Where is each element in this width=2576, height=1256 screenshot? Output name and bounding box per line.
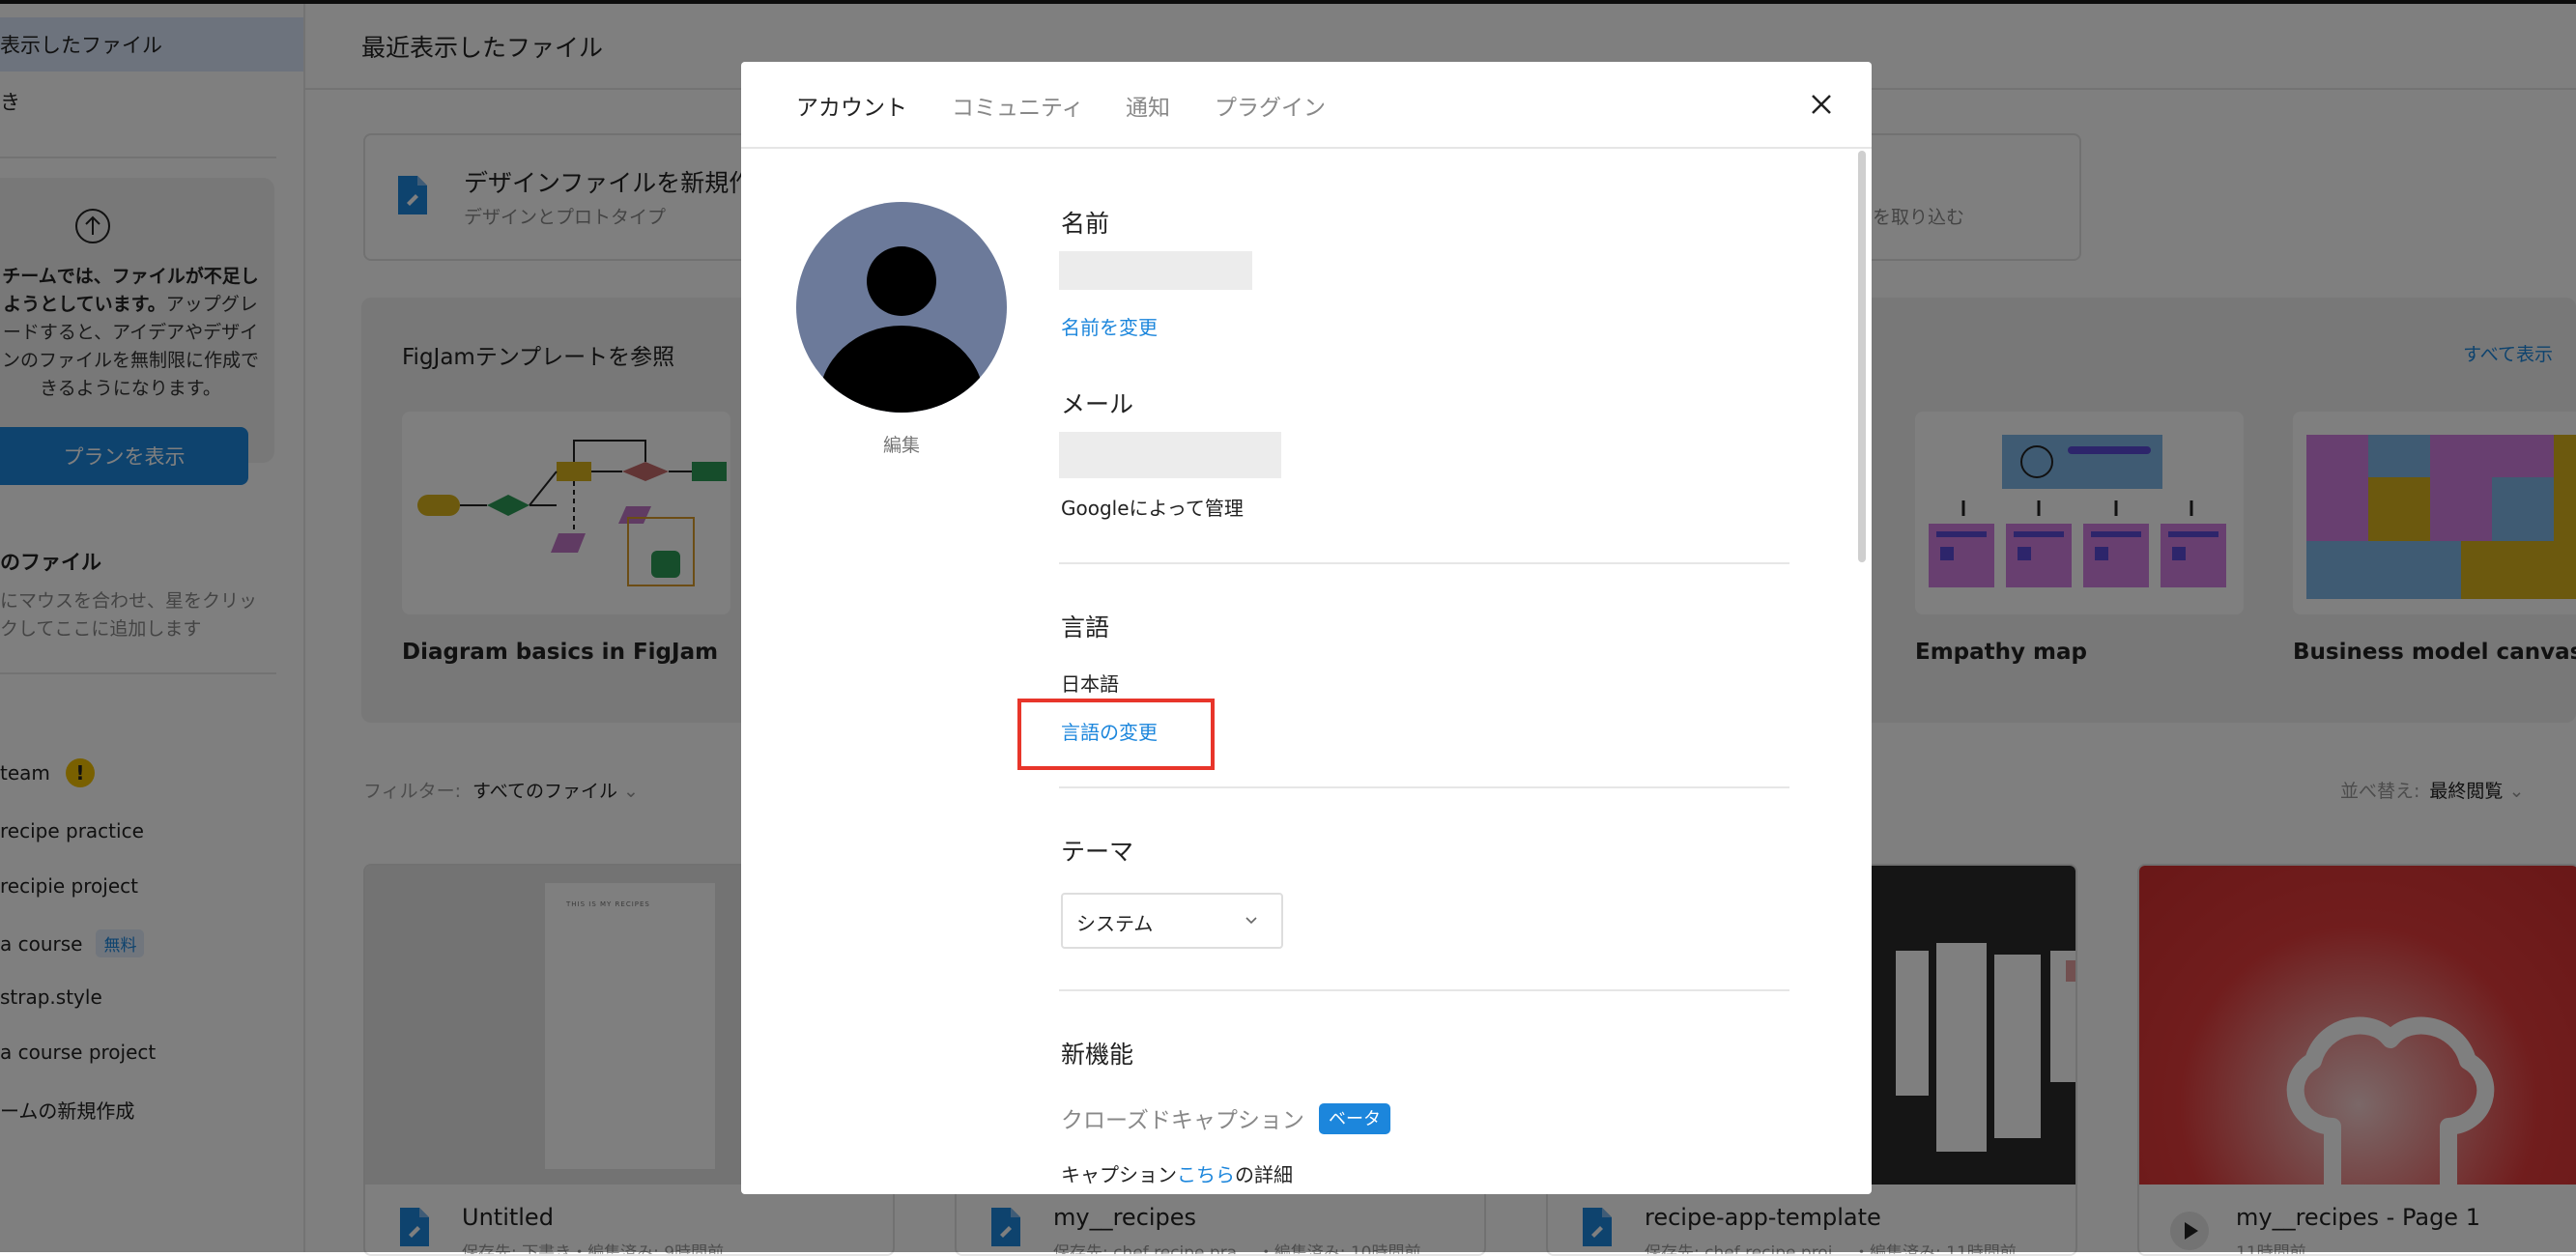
section-divider [1059, 562, 1789, 564]
section-divider [1059, 786, 1789, 788]
change-name-link[interactable]: 名前を変更 [1061, 312, 1158, 340]
avatar[interactable] [796, 202, 1007, 413]
account-settings-modal: アカウント コミュニティ 通知 プラグイン 編集 名前 名前を変更 メール Go… [741, 62, 1872, 1194]
name-value-redacted [1059, 251, 1252, 290]
caption-suffix: の詳細 [1235, 1163, 1293, 1186]
tab-plugins[interactable]: プラグイン [1215, 89, 1326, 122]
caption-prefix: キャプション [1061, 1163, 1177, 1186]
tab-notifications[interactable]: 通知 [1126, 89, 1170, 122]
close-icon[interactable] [1804, 87, 1839, 122]
language-value: 日本語 [1061, 672, 1119, 696]
theme-select-value: システム [1076, 912, 1154, 935]
modal-scrollbar[interactable] [1858, 151, 1866, 562]
caption-details-text: キャプションこちらの詳細 [1061, 1159, 1293, 1187]
theme-section-title: テーマ [1061, 838, 1134, 866]
section-divider [1059, 989, 1789, 991]
theme-select[interactable]: システム [1061, 893, 1283, 949]
user-silhouette-icon [796, 202, 1007, 413]
avatar-edit-link[interactable]: 編集 [853, 431, 950, 457]
closed-caption-label: クローズドキャプション [1061, 1108, 1304, 1133]
chevron-down-icon [1245, 917, 1257, 925]
tab-community[interactable]: コミュニティ [952, 89, 1084, 122]
beta-badge: ベータ [1319, 1103, 1390, 1134]
new-features-section-title: 新機能 [1061, 1041, 1134, 1069]
email-section-title: メール [1061, 390, 1134, 418]
caption-details-link[interactable]: こちら [1177, 1163, 1235, 1186]
email-value-redacted [1059, 432, 1281, 478]
name-section-title: 名前 [1061, 210, 1110, 238]
managed-by-text: Googleによって管理 [1061, 497, 1244, 520]
modal-tabs: アカウント コミュニティ 通知 プラグイン [741, 62, 1872, 149]
tab-account[interactable]: アカウント [796, 89, 907, 122]
highlight-box [1017, 699, 1215, 770]
language-section-title: 言語 [1061, 614, 1110, 642]
